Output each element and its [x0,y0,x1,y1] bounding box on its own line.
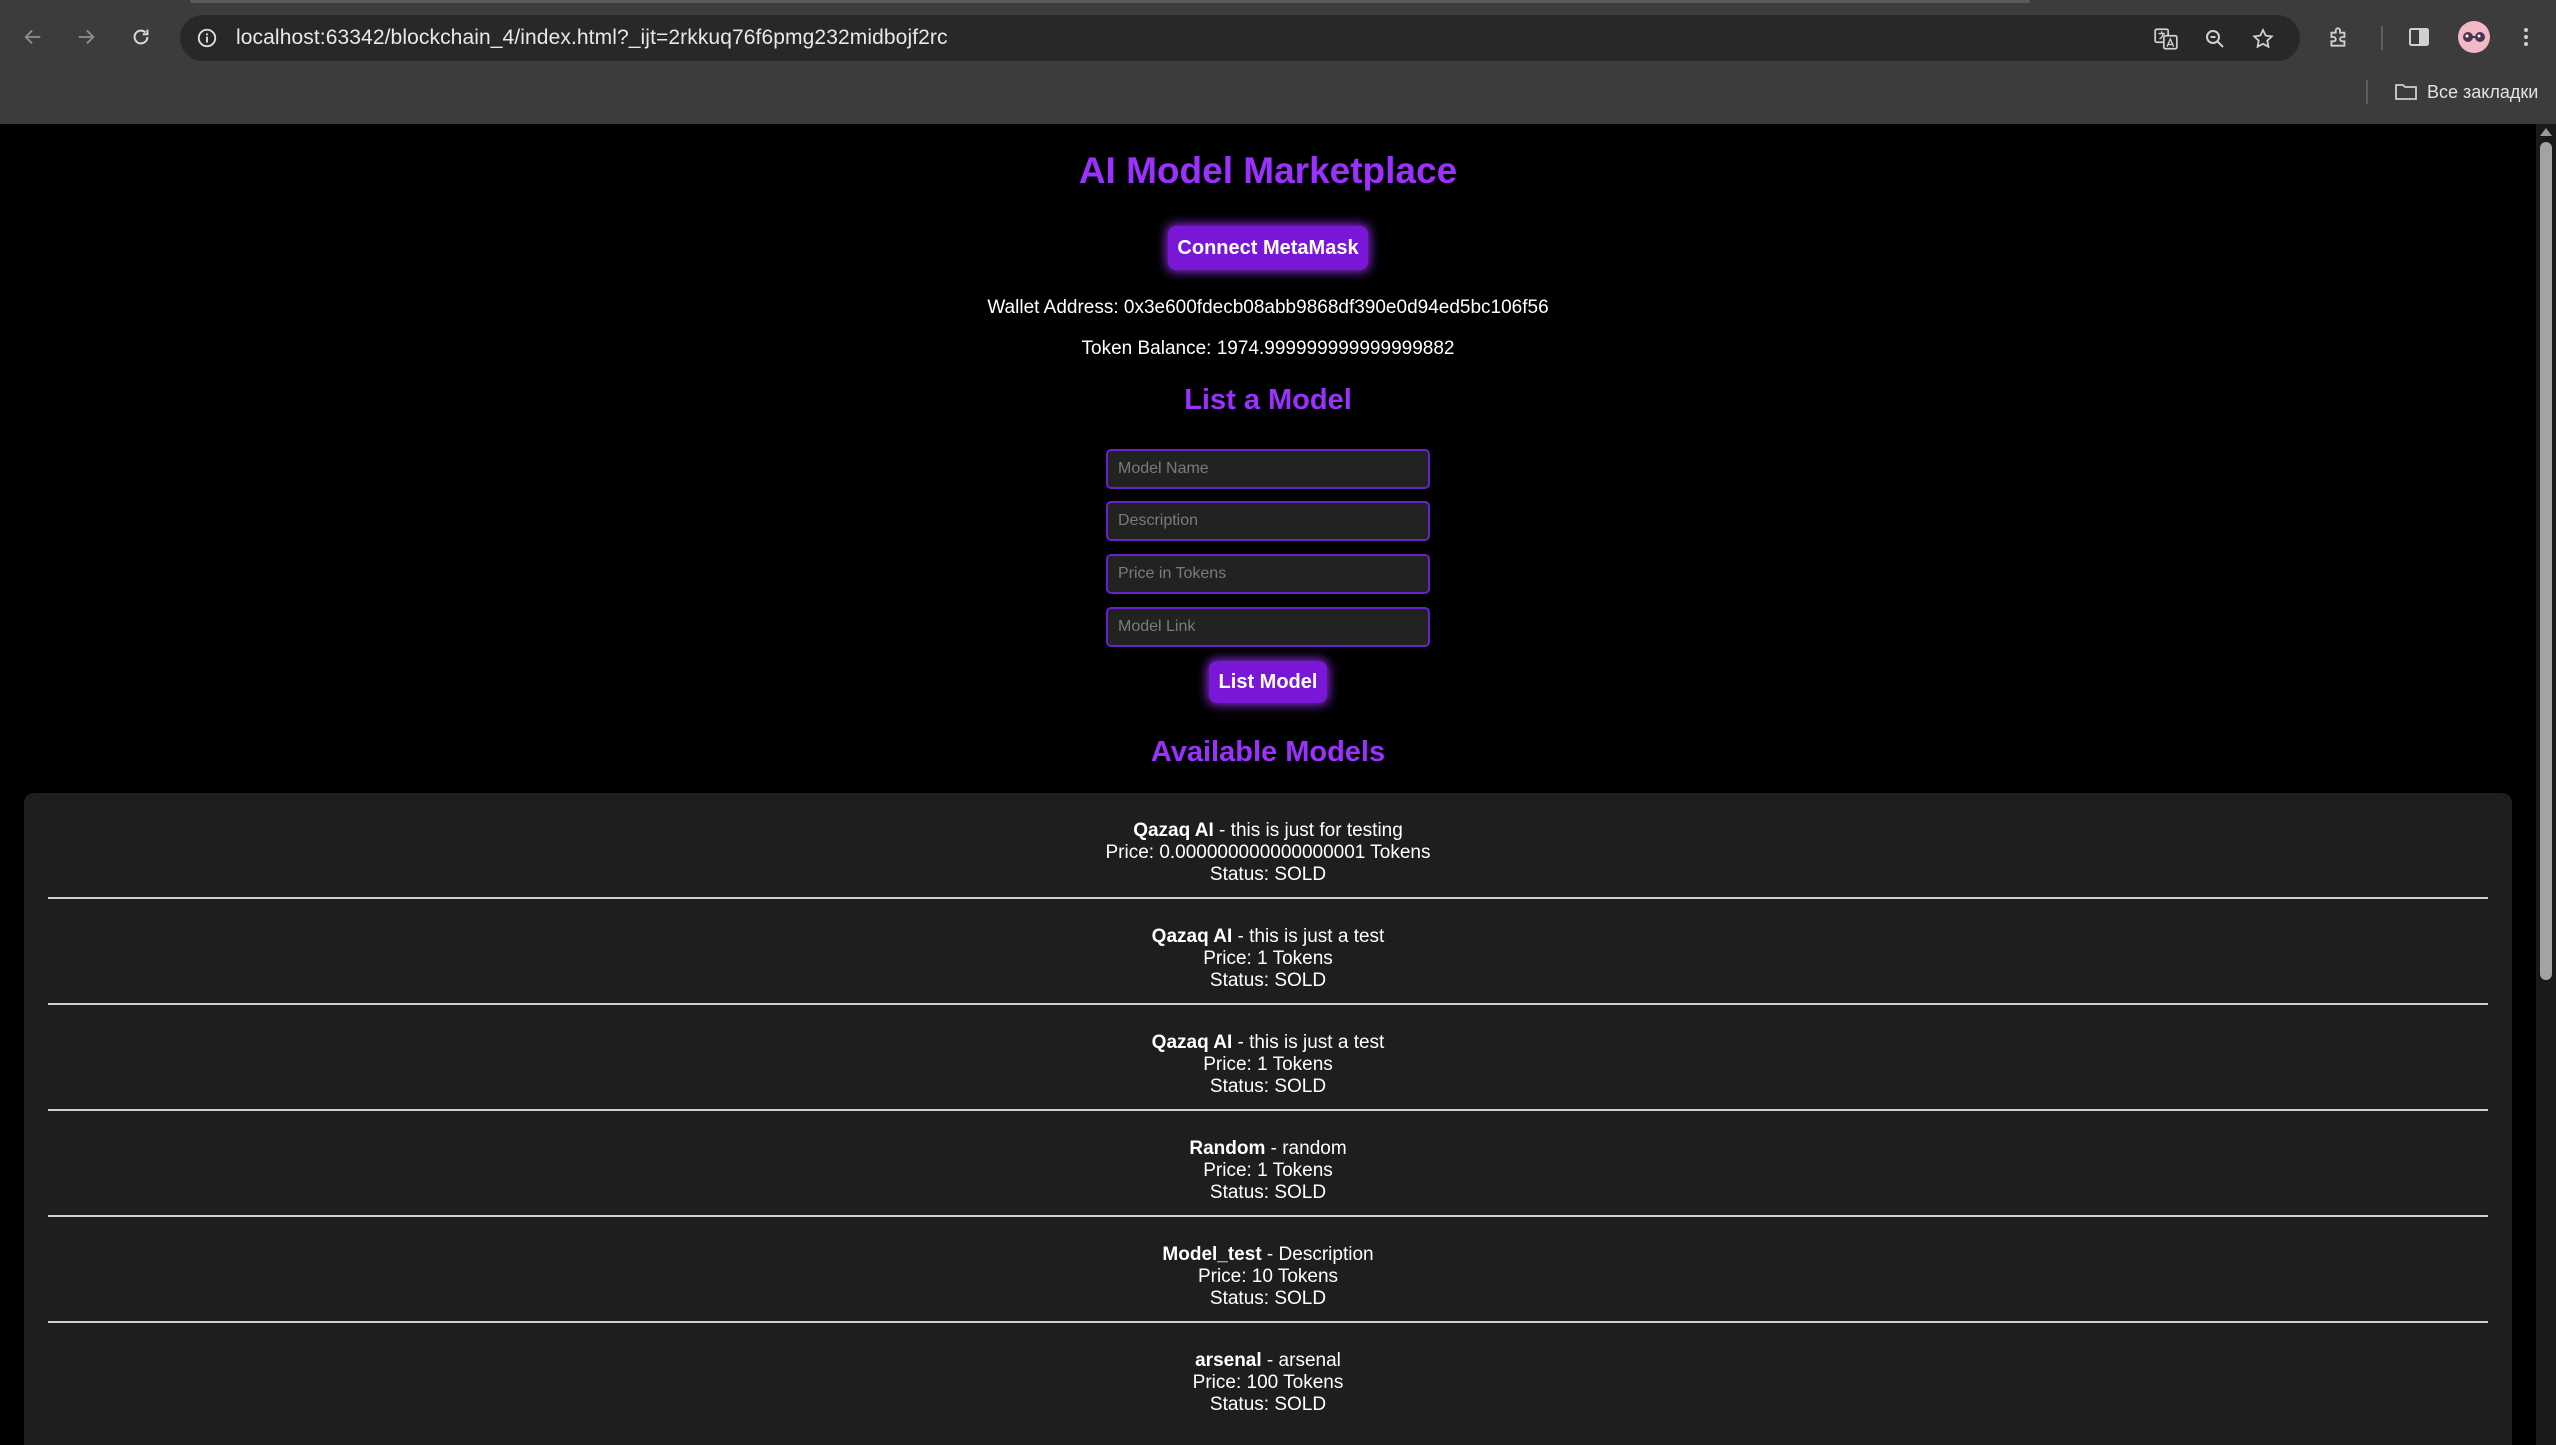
list-model-heading: List a Model [1184,384,1352,416]
folder-icon [2395,84,2417,100]
models-list: Qazaq AI - this is just for testing Pric… [24,793,2512,1445]
model-name: Model_test [1162,1244,1262,1265]
extensions-button[interactable] [2320,18,2358,56]
wallet-address-line: Wallet Address: 0x3e600fdecb08abb9868df3… [0,297,2536,319]
model-name: Qazaq AI [1151,1032,1233,1053]
model-item: Qazaq AI - this is just a test Price: 1 … [48,899,2488,1005]
profile-avatar-icon[interactable] [2458,21,2490,53]
browser-chrome: localhost:63342/blockchain_4/index.html?… [0,0,2556,124]
model-item: arsenal - arsenal Price: 100 Tokens Stat… [1192,1350,1344,1415]
back-arrow-icon [24,29,41,45]
avatar-glasses-graphic [2463,32,2485,42]
side-panel-icon [2409,28,2429,46]
reload-icon [133,29,149,45]
toolbar-divider [2381,26,2383,50]
model-link-input[interactable] [1106,607,1430,647]
model-description: random [1282,1138,1347,1159]
model-description: this is just a test [1249,1032,1385,1053]
page-title: AI Model Marketplace [1078,150,1458,191]
description-input[interactable] [1106,501,1430,541]
model-name: arsenal [1195,1350,1262,1371]
model-name: Qazaq AI [1151,926,1233,947]
scroll-up-arrow-icon[interactable] [2540,128,2552,136]
model-price: Price: 0.000000000000000001 Tokens [1105,842,1431,863]
model-description: Description [1278,1244,1374,1265]
model-status: Status: SOLD [1209,1288,1327,1309]
model-name: Random [1189,1138,1266,1159]
model-status: Status: SOLD [1209,864,1327,885]
extensions-icon [2330,27,2346,47]
tab-strip-bar [190,0,2030,3]
model-status: Status: SOLD [1209,970,1327,991]
list-model-button[interactable]: List Model [1209,661,1327,703]
address-bar[interactable]: localhost:63342/blockchain_4/index.html?… [180,15,2300,61]
model-name: Qazaq AI [1133,820,1214,841]
bookmark-star-button[interactable] [2247,23,2279,55]
translate-icon [2154,28,2178,50]
model-price: Price: 100 Tokens [1192,1372,1344,1393]
model-price: Price: 1 Tokens [1203,948,1333,969]
star-icon [2252,27,2274,49]
model-item: Qazaq AI - this is just for testing Pric… [48,793,2488,899]
site-info-icon [197,28,217,48]
model-status: Status: SOLD [1209,1182,1327,1203]
browser-menu-button[interactable] [2507,18,2545,56]
menu-dots-icon [2524,28,2528,46]
site-info-button[interactable] [192,23,222,53]
model-name-input[interactable] [1106,449,1430,489]
model-description: this is just for testing [1230,820,1403,841]
model-item: Model_test - Description Price: 10 Token… [48,1217,2488,1323]
all-bookmarks-button[interactable]: Все закладки [2394,78,2538,106]
forward-arrow-icon [78,29,95,45]
wallet-address-label: Wallet Address: [987,297,1119,318]
forward-button[interactable] [67,18,105,56]
price-input[interactable] [1106,554,1430,594]
token-balance-label: Token Balance: [1081,338,1212,359]
model-item: Qazaq AI - this is just a test Price: 1 … [48,1005,2488,1111]
model-description: this is just a test [1249,926,1385,947]
model-item: Random - random Price: 1 Tokens Status: … [48,1111,2488,1217]
model-status: Status: SOLD [1209,1394,1327,1415]
model-price: Price: 10 Tokens [1197,1266,1339,1287]
zoom-icon [2206,30,2224,48]
zoom-button[interactable] [2199,23,2231,55]
scrollbar-thumb[interactable] [2540,142,2552,980]
available-models-heading: Available Models [1150,736,1386,768]
translate-button[interactable] [2150,23,2182,55]
wallet-address-value: 0x3e600fdecb08abb9868df390e0d94ed5bc106f… [1123,297,1549,318]
all-bookmarks-label: Все закладки [2427,81,2539,102]
back-button[interactable] [14,18,52,56]
page-content: AI Model Marketplace Connect MetaMask Wa… [0,124,2536,1445]
reload-button[interactable] [122,18,160,56]
bookmarks-divider [2366,80,2368,104]
model-price: Price: 1 Tokens [1203,1054,1333,1075]
token-balance-value: 1974.999999999999999882 [1216,338,1455,359]
model-description: arsenal [1278,1350,1341,1371]
model-status: Status: SOLD [1209,1076,1327,1097]
connect-metamask-button[interactable]: Connect MetaMask [1168,226,1368,270]
page-scrollbar[interactable] [2536,124,2556,1445]
side-panel-button[interactable] [2400,18,2438,56]
model-price: Price: 1 Tokens [1203,1160,1333,1181]
token-balance-line: Token Balance: 1974.999999999999999882 [0,338,2536,360]
url-text[interactable]: localhost:63342/blockchain_4/index.html?… [236,26,948,50]
